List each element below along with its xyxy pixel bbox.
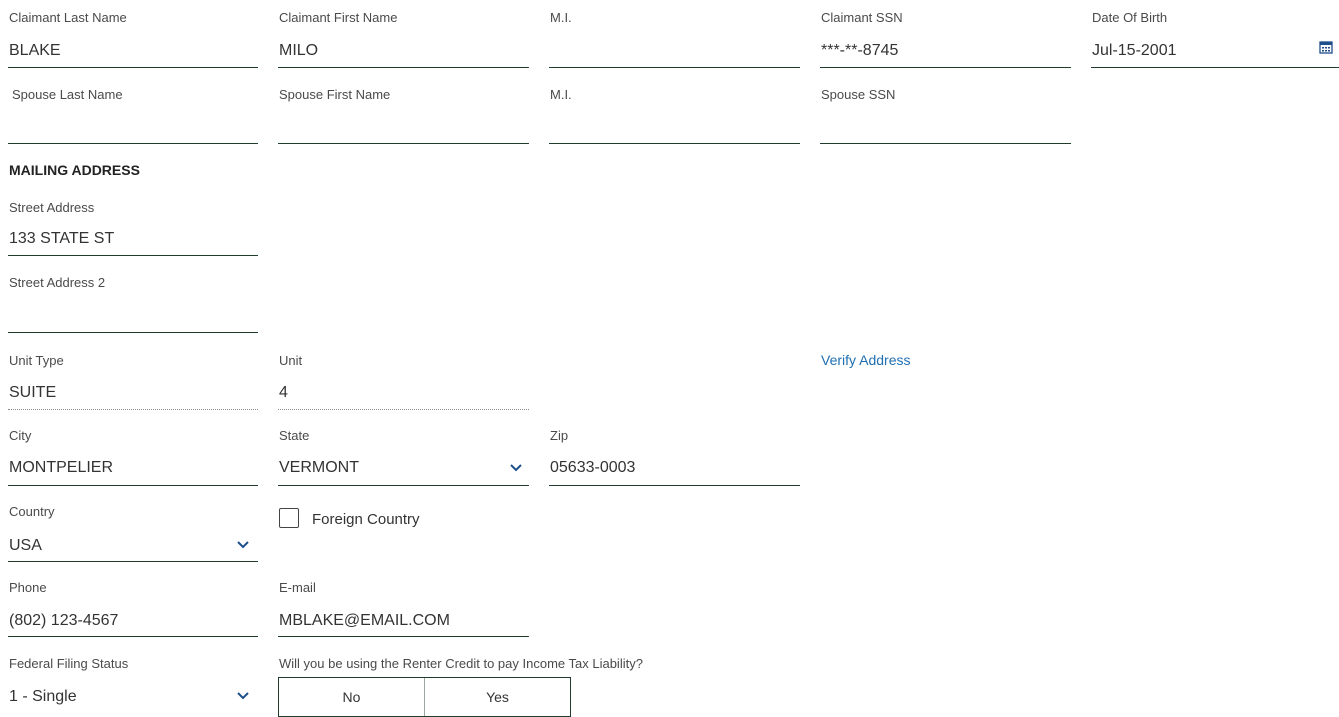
dob-underline bbox=[1091, 67, 1339, 68]
street-address-2-underline bbox=[8, 332, 258, 333]
zip-underline bbox=[549, 485, 800, 486]
claimant-mi-label: M.I. bbox=[550, 10, 572, 25]
claimant-first-name-label: Claimant First Name bbox=[279, 10, 398, 25]
claimant-first-name-input[interactable]: MILO bbox=[279, 42, 318, 60]
unit-type-underline bbox=[8, 409, 258, 410]
foreign-country-checkbox[interactable] bbox=[279, 508, 299, 528]
renter-credit-toggle[interactable]: No Yes bbox=[278, 677, 571, 717]
state-label: State bbox=[279, 428, 310, 443]
spouse-last-name-underline bbox=[8, 143, 258, 144]
spouse-first-name-underline bbox=[278, 143, 529, 144]
unit-input[interactable]: 4 bbox=[279, 384, 288, 402]
street-address-label: Street Address bbox=[9, 200, 95, 215]
spouse-mi-label: M.I. bbox=[550, 87, 572, 102]
email-input[interactable]: MBLAKE@EMAIL.COM bbox=[279, 612, 450, 630]
filing-status-label: Federal Filing Status bbox=[9, 656, 129, 671]
chevron-down-icon[interactable] bbox=[509, 463, 523, 473]
city-underline bbox=[8, 485, 258, 486]
dob-input[interactable]: Jul-15-2001 bbox=[1092, 42, 1177, 60]
zip-label: Zip bbox=[550, 428, 569, 443]
chevron-down-icon[interactable] bbox=[236, 691, 250, 701]
claimant-ssn-underline bbox=[820, 67, 1071, 68]
foreign-country-label: Foreign Country bbox=[312, 511, 420, 528]
unit-type-input[interactable]: SUITE bbox=[9, 384, 56, 402]
spouse-mi-underline bbox=[549, 143, 800, 144]
phone-label: Phone bbox=[9, 580, 47, 595]
state-underline bbox=[278, 485, 529, 486]
email-underline bbox=[278, 636, 529, 637]
claimant-last-name-label: Claimant Last Name bbox=[9, 10, 127, 25]
phone-input[interactable]: (802) 123-4567 bbox=[9, 612, 118, 630]
mailing-address-heading: MAILING ADDRESS bbox=[9, 162, 140, 178]
verify-address-link[interactable]: Verify Address bbox=[821, 352, 911, 368]
claimant-mi-underline bbox=[549, 67, 800, 68]
filing-status-select[interactable]: 1 - Single bbox=[9, 688, 77, 706]
unit-underline bbox=[278, 409, 529, 410]
renter-credit-no-option[interactable]: No bbox=[279, 678, 424, 716]
street-address-2-label: Street Address 2 bbox=[9, 275, 106, 290]
spouse-ssn-underline bbox=[820, 143, 1071, 144]
zip-input[interactable]: 05633-0003 bbox=[550, 459, 635, 477]
calendar-icon[interactable] bbox=[1319, 40, 1333, 54]
renter-credit-yes-option[interactable]: Yes bbox=[424, 678, 570, 716]
spouse-last-name-label: Spouse Last Name bbox=[12, 87, 123, 102]
unit-label: Unit bbox=[279, 353, 303, 368]
claimant-ssn-label: Claimant SSN bbox=[821, 10, 903, 25]
street-address-input[interactable]: 133 STATE ST bbox=[9, 230, 114, 248]
city-label: City bbox=[9, 428, 32, 443]
state-select[interactable]: VERMONT bbox=[279, 459, 359, 477]
chevron-down-icon[interactable] bbox=[236, 540, 250, 550]
renter-credit-question: Will you be using the Renter Credit to p… bbox=[279, 656, 643, 671]
phone-underline bbox=[8, 636, 258, 637]
spouse-first-name-label: Spouse First Name bbox=[279, 87, 391, 102]
city-input[interactable]: MONTPELIER bbox=[9, 459, 113, 477]
country-underline bbox=[8, 561, 258, 562]
claimant-last-name-input[interactable]: BLAKE bbox=[9, 42, 61, 60]
dob-label: Date Of Birth bbox=[1092, 10, 1168, 25]
unit-type-label: Unit Type bbox=[9, 353, 64, 368]
claimant-first-name-underline bbox=[278, 67, 529, 68]
country-select[interactable]: USA bbox=[9, 537, 42, 555]
claimant-last-name-underline bbox=[8, 67, 258, 68]
email-label: E-mail bbox=[279, 580, 316, 595]
spouse-ssn-label: Spouse SSN bbox=[821, 87, 896, 102]
street-address-underline bbox=[8, 255, 258, 256]
claimant-ssn-input[interactable]: ***-**-8745 bbox=[821, 42, 898, 60]
country-label: Country bbox=[9, 504, 55, 519]
